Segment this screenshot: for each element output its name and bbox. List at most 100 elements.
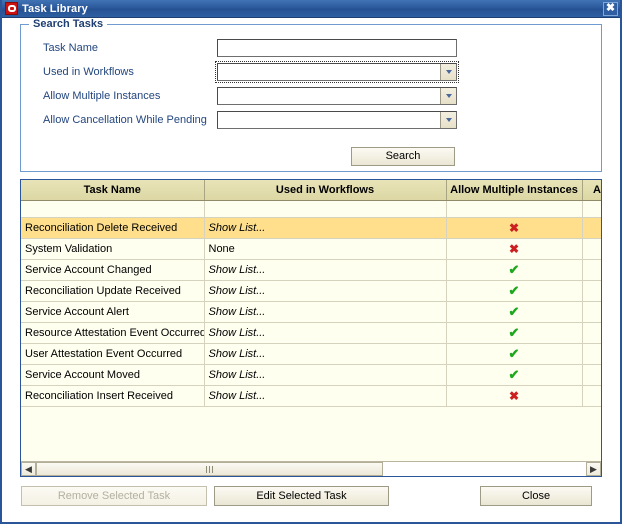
task-results-panel: Task Name Used in Workflows Allow Multip…	[20, 179, 602, 477]
check-icon: ✔	[508, 261, 520, 277]
column-header-used-in-workflows[interactable]: Used in Workflows	[204, 180, 447, 201]
cell-allow-multiple-instances: ✔	[446, 322, 583, 344]
dropdown-allow-multiple-instances-value	[218, 88, 440, 104]
form-row-allow-multiple-instances: Allow Multiple Instances	[21, 87, 601, 109]
search-button[interactable]: Search	[351, 147, 455, 166]
table-row[interactable]: Service Account Moved Show List... ✔	[21, 364, 601, 386]
dropdown-used-in-workflows[interactable]	[215, 61, 459, 83]
cell-task-name: Service Account Changed	[21, 259, 205, 281]
cell-allow-multiple-instances: ✔	[446, 343, 583, 365]
cross-icon: ✖	[508, 388, 520, 403]
scrollbar-thumb[interactable]	[36, 462, 383, 476]
edit-selected-task-button[interactable]: Edit Selected Task	[214, 486, 389, 506]
cell-allow-multiple-instances: ✖	[446, 385, 583, 407]
field-allow-multiple-instances-wrap	[217, 87, 457, 105]
form-row-used-in-workflows: Used in Workflows	[21, 61, 601, 85]
cell-allow-cancellation	[582, 343, 601, 365]
check-icon: ✔	[508, 324, 520, 340]
scrollbar-grip-icon	[205, 465, 213, 473]
cell-allow-cancellation	[582, 322, 601, 344]
scroll-right-arrow-icon[interactable]: ▶	[586, 462, 601, 476]
table-row[interactable]: Service Account Alert Show List... ✔	[21, 301, 601, 323]
table-row[interactable]: Service Account Changed Show List... ✔	[21, 259, 601, 281]
cell-task-name: User Attestation Event Occurred	[21, 343, 205, 365]
form-row-allow-cancellation-while-pending: Allow Cancellation While Pending	[21, 111, 601, 133]
cell-task-name: Resource Attestation Event Occurred	[21, 322, 205, 344]
cell-allow-cancellation	[582, 238, 601, 260]
cell-task-name: Reconciliation Insert Received	[21, 385, 205, 407]
cell-allow-multiple-instances: ✔	[446, 364, 583, 386]
cell-used-in-workflows: None	[204, 238, 447, 260]
scroll-left-arrow-icon[interactable]: ◀	[21, 462, 36, 476]
label-allow-cancellation-while-pending: Allow Cancellation While Pending	[43, 114, 207, 126]
cross-icon: ✖	[508, 220, 520, 235]
dropdown-used-in-workflows-value	[218, 64, 440, 80]
cell-allow-multiple-instances: ✔	[446, 259, 583, 281]
cell-used-in-workflows[interactable]: Show List...	[204, 364, 447, 386]
table-header-row: Task Name Used in Workflows Allow Multip…	[21, 180, 601, 201]
chevron-down-icon[interactable]	[440, 112, 456, 128]
cell-allow-cancellation	[582, 280, 601, 302]
field-allow-cancellation-while-pending-wrap	[217, 111, 457, 129]
cell-used-in-workflows[interactable]: Show List...	[204, 322, 447, 344]
task-library-dialog: Task Library ✖ Search Tasks Task Name Us…	[0, 0, 622, 524]
cell-allow-cancellation	[582, 259, 601, 281]
cell-task-name: Service Account Moved	[21, 364, 205, 386]
oracle-logo-icon	[5, 2, 18, 15]
search-tasks-groupbox: Search Tasks Task Name Used in Workflows…	[20, 18, 602, 172]
cell-used-in-workflows[interactable]: Show List...	[204, 343, 447, 365]
cell-used-in-workflows[interactable]: Show List...	[204, 217, 447, 239]
task-results-table: Task Name Used in Workflows Allow Multip…	[21, 180, 601, 407]
cell-allow-multiple-instances: ✖	[446, 217, 583, 239]
search-tasks-legend: Search Tasks	[29, 18, 108, 30]
check-icon: ✔	[508, 282, 520, 298]
label-task-name: Task Name	[43, 42, 99, 54]
chevron-down-icon[interactable]	[440, 64, 456, 80]
column-header-allow-multiple-instances[interactable]: Allow Multiple Instances	[446, 180, 583, 201]
dropdown-allow-multiple-instances[interactable]	[217, 87, 457, 105]
cell-allow-cancellation	[582, 301, 601, 323]
table-row[interactable]: User Attestation Event Occurred Show List…	[21, 343, 601, 365]
search-input-task-name[interactable]	[217, 39, 457, 57]
cell-used-in-workflows[interactable]: Show List...	[204, 385, 447, 407]
table-body: Reconciliation Delete Received Show List.…	[21, 200, 601, 407]
cross-icon: ✖	[508, 241, 520, 256]
cell-allow-cancellation	[582, 364, 601, 386]
cell-task-name: System Validation	[21, 238, 205, 260]
column-header-task-name[interactable]: Task Name	[21, 180, 205, 201]
table-row[interactable]: Reconciliation Update Received Show List.…	[21, 280, 601, 302]
table-row[interactable]: Reconciliation Delete Received Show List.…	[21, 217, 601, 239]
dropdown-allow-cancellation-while-pending-value	[218, 112, 440, 128]
column-header-allow-cancellation[interactable]: All	[582, 180, 601, 201]
form-row-task-name: Task Name	[21, 39, 601, 61]
cell-allow-cancellation	[582, 385, 601, 407]
window-title: Task Library	[22, 2, 88, 15]
close-icon[interactable]: ✖	[603, 1, 618, 16]
chevron-down-icon[interactable]	[440, 88, 456, 104]
table-empty-area	[21, 406, 601, 459]
table-row[interactable]: Resource Attestation Event Occurred Show …	[21, 322, 601, 344]
cell-used-in-workflows[interactable]: Show List...	[204, 259, 447, 281]
dialog-footer: Remove Selected Task Edit Selected Task …	[2, 486, 620, 508]
remove-selected-task-button[interactable]: Remove Selected Task	[21, 486, 207, 506]
field-task-name-wrap	[217, 39, 457, 57]
cell-allow-multiple-instances: ✔	[446, 301, 583, 323]
horizontal-scrollbar[interactable]: ◀ ▶	[21, 461, 601, 476]
check-icon: ✔	[508, 303, 520, 319]
cell-allow-multiple-instances: ✔	[446, 280, 583, 302]
label-used-in-workflows: Used in Workflows	[43, 66, 134, 78]
title-bar[interactable]: Task Library ✖	[2, 0, 620, 18]
dropdown-allow-cancellation-while-pending[interactable]	[217, 111, 457, 129]
cell-allow-multiple-instances: ✖	[446, 238, 583, 260]
cell-allow-cancellation	[582, 217, 601, 239]
close-button[interactable]: Close	[480, 486, 592, 506]
cell-used-in-workflows[interactable]: Show List...	[204, 280, 447, 302]
table-row-blank	[21, 200, 601, 218]
form-row-search-button: Search	[21, 147, 601, 169]
table-row[interactable]: Reconciliation Insert Received Show List.…	[21, 385, 601, 407]
cell-task-name: Service Account Alert	[21, 301, 205, 323]
table-row[interactable]: System Validation None ✖	[21, 238, 601, 260]
cell-task-name: Reconciliation Update Received	[21, 280, 205, 302]
scrollbar-track[interactable]	[36, 462, 586, 476]
cell-used-in-workflows[interactable]: Show List...	[204, 301, 447, 323]
